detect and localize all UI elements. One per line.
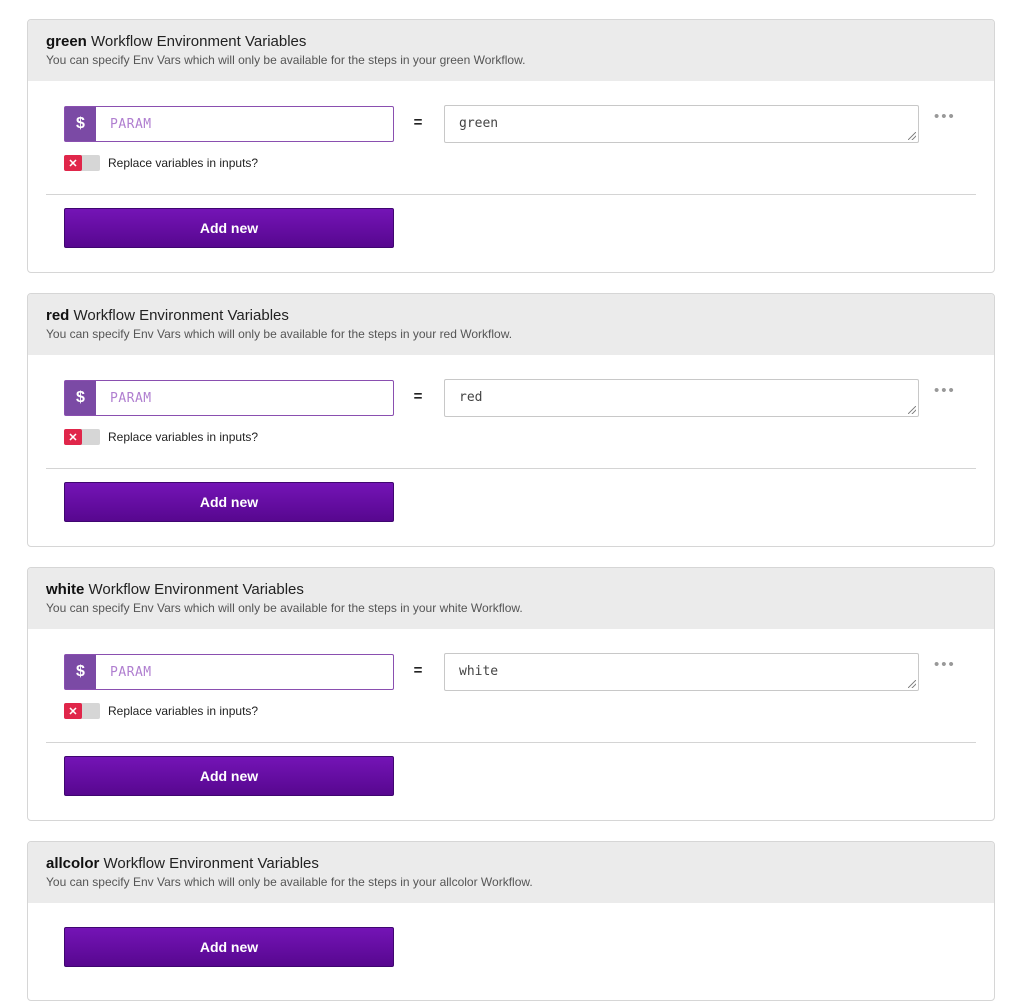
value-field: green (444, 105, 919, 143)
env-var-row: $ = green ••• (64, 105, 974, 144)
workflow-panel-red: red Workflow Environment Variables You c… (27, 293, 995, 547)
dollar-icon: $ (65, 107, 96, 141)
add-new-button[interactable]: Add new (64, 208, 394, 248)
replace-variables-option: ✕ Replace variables in inputs? (64, 427, 258, 447)
value-input[interactable]: green (445, 106, 918, 142)
panel-subtitle: You can specify Env Vars which will only… (46, 601, 523, 615)
add-new-button[interactable]: Add new (64, 756, 394, 796)
panel-header: red Workflow Environment Variables You c… (28, 294, 994, 355)
workflow-panel-green: green Workflow Environment Variables You… (27, 19, 995, 273)
panel-header: green Workflow Environment Variables You… (28, 20, 994, 81)
more-options-icon[interactable]: ••• (934, 657, 956, 672)
close-icon: ✕ (64, 429, 82, 445)
key-input[interactable] (96, 107, 393, 141)
dollar-icon: $ (65, 381, 96, 415)
equals-sign: = (413, 114, 423, 131)
workflow-name: allcolor (46, 855, 100, 872)
more-options-icon[interactable]: ••• (934, 109, 956, 124)
resize-handle-icon[interactable] (908, 680, 916, 688)
panel-title: red Workflow Environment Variables (46, 307, 289, 324)
value-input[interactable]: white (445, 654, 918, 690)
close-icon: ✕ (64, 703, 82, 719)
replace-variables-toggle[interactable]: ✕ (64, 429, 100, 445)
equals-sign: = (413, 662, 423, 679)
resize-handle-icon[interactable] (908, 406, 916, 414)
value-input[interactable]: red (445, 380, 918, 416)
value-field: white (444, 653, 919, 691)
replace-variables-label: Replace variables in inputs? (108, 156, 259, 170)
value-field: red (444, 379, 919, 417)
panel-header: white Workflow Environment Variables You… (28, 568, 994, 629)
replace-variables-label: Replace variables in inputs? (108, 430, 259, 444)
resize-handle-icon[interactable] (908, 132, 916, 140)
workflow-name: white (46, 581, 85, 598)
workflow-panel-white: white Workflow Environment Variables You… (27, 567, 995, 821)
panel-subtitle: You can specify Env Vars which will only… (46, 327, 513, 341)
dollar-icon: $ (65, 655, 96, 689)
more-options-icon[interactable]: ••• (934, 383, 956, 398)
env-var-row: $ = white ••• (64, 653, 974, 692)
panel-title: allcolor Workflow Environment Variables (46, 855, 319, 872)
replace-variables-label: Replace variables in inputs? (108, 704, 259, 718)
workflow-name: red (46, 307, 70, 324)
panel-title: white Workflow Environment Variables (46, 581, 304, 598)
key-field: $ (64, 106, 394, 142)
replace-variables-option: ✕ Replace variables in inputs? (64, 153, 258, 173)
close-icon: ✕ (64, 155, 82, 171)
divider (46, 194, 976, 195)
panel-subtitle: You can specify Env Vars which will only… (46, 875, 533, 889)
panel-title: green Workflow Environment Variables (46, 33, 307, 50)
replace-variables-toggle[interactable]: ✕ (64, 703, 100, 719)
workflow-panel-allcolor: allcolor Workflow Environment Variables … (27, 841, 995, 1001)
key-field: $ (64, 380, 394, 416)
key-input[interactable] (96, 381, 393, 415)
panel-header: allcolor Workflow Environment Variables … (28, 842, 994, 903)
add-new-button[interactable]: Add new (64, 927, 394, 967)
add-new-button[interactable]: Add new (64, 482, 394, 522)
workflow-name: green (46, 33, 87, 50)
divider (46, 468, 976, 469)
env-var-row: $ = red ••• (64, 379, 974, 418)
replace-variables-toggle[interactable]: ✕ (64, 155, 100, 171)
replace-variables-option: ✕ Replace variables in inputs? (64, 701, 258, 721)
divider (46, 742, 976, 743)
panel-subtitle: You can specify Env Vars which will only… (46, 53, 526, 67)
key-field: $ (64, 654, 394, 690)
equals-sign: = (413, 388, 423, 405)
key-input[interactable] (96, 655, 393, 689)
